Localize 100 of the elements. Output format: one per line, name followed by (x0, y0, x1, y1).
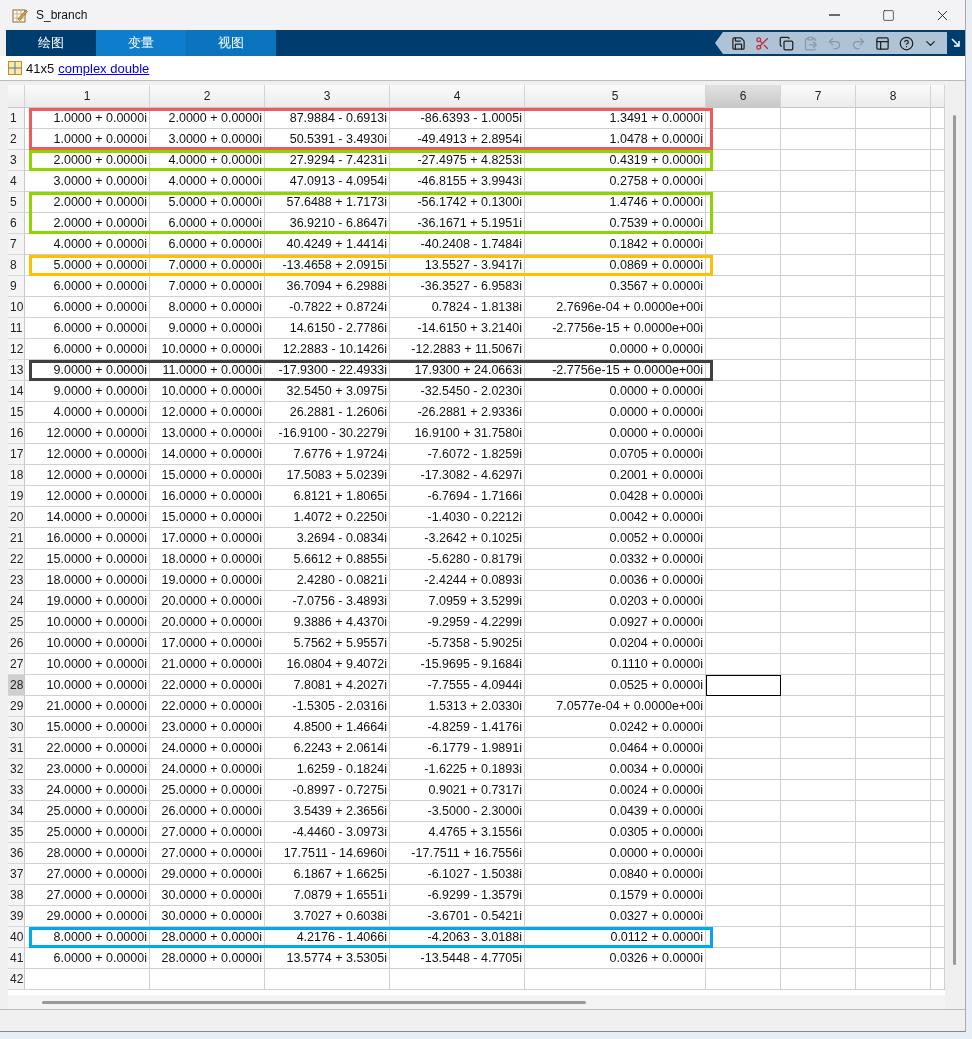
row-header[interactable]: 2 (8, 129, 25, 150)
table-cell: 2.4280 - 0.0821i (265, 570, 390, 591)
row-header[interactable]: 34 (8, 801, 25, 822)
table-cell: 87.9884 - 0.6913i (265, 108, 390, 129)
row-header[interactable]: 16 (8, 423, 25, 444)
row-header[interactable]: 22 (8, 549, 25, 570)
row-header[interactable]: 8 (8, 255, 25, 276)
row-header[interactable]: 24 (8, 591, 25, 612)
row-header[interactable]: 41 (8, 948, 25, 969)
ribbon-tab[interactable]: 变量 (96, 30, 186, 56)
row-header[interactable]: 37 (8, 864, 25, 885)
table-cell: 36.7094 + 6.2988i (265, 276, 390, 297)
column-header[interactable]: 8 (856, 85, 931, 107)
row-header[interactable]: 25 (8, 612, 25, 633)
table-cell: 0.7824 - 1.8138i (390, 297, 525, 318)
column-header[interactable]: 2 (150, 85, 265, 107)
row-header[interactable]: 3 (8, 150, 25, 171)
ribbon-tab[interactable]: 视图 (186, 30, 276, 56)
table-cell: 0.1842 + 0.0000i (525, 234, 706, 255)
table-cell: 17.7511 - 14.6960i (265, 843, 390, 864)
row-header[interactable]: 12 (8, 339, 25, 360)
maximize-icon (881, 8, 895, 22)
row-header[interactable]: 40 (8, 927, 25, 948)
table-cell: 1.4072 + 0.2250i (265, 507, 390, 528)
table-cell: 5.0000 + 0.0000i (150, 192, 265, 213)
table-cell: 12.0000 + 0.0000i (25, 465, 150, 486)
row-header[interactable]: 11 (8, 318, 25, 339)
table-cell: 3.7027 + 0.6038i (265, 906, 390, 927)
row-header[interactable]: 30 (8, 717, 25, 738)
row-header[interactable]: 36 (8, 843, 25, 864)
table-cell: -1.6225 + 0.1893i (390, 759, 525, 780)
table-cell: -6.9299 - 1.3579i (390, 885, 525, 906)
table-cell: 18.0000 + 0.0000i (25, 570, 150, 591)
row-header[interactable]: 17 (8, 444, 25, 465)
table-cell: 17.5083 + 5.0239i (265, 465, 390, 486)
row-header[interactable]: 15 (8, 402, 25, 423)
table-cell: 22.0000 + 0.0000i (150, 696, 265, 717)
table-cell: 0.0327 + 0.0000i (525, 906, 706, 927)
horizontal-scrollbar[interactable] (8, 995, 945, 1009)
table-cell: -0.7822 + 0.8724i (265, 297, 390, 318)
row-header[interactable]: 19 (8, 486, 25, 507)
row-header[interactable]: 42 (8, 969, 25, 990)
row-header[interactable]: 38 (8, 885, 25, 906)
row-header[interactable]: 32 (8, 759, 25, 780)
row-header[interactable]: 39 (8, 906, 25, 927)
row-header[interactable]: 4 (8, 171, 25, 192)
row-header[interactable]: 27 (8, 654, 25, 675)
row-header[interactable]: 23 (8, 570, 25, 591)
table-cell: -2.7756e-15 + 0.0000e+00i (525, 360, 706, 381)
row-header[interactable]: 28 (8, 675, 25, 696)
expand-arrow-icon[interactable] (951, 38, 961, 48)
table-cell: -0.8997 - 0.7275i (265, 780, 390, 801)
column-header[interactable]: 1 (25, 85, 150, 107)
row-header[interactable]: 10 (8, 297, 25, 318)
table-cell: 36.9210 - 6.8647i (265, 213, 390, 234)
row-header[interactable]: 26 (8, 633, 25, 654)
row-header[interactable]: 1 (8, 108, 25, 129)
row-header[interactable]: 31 (8, 738, 25, 759)
table-cell: 16.0804 + 9.4072i (265, 654, 390, 675)
table-cell: 7.0000 + 0.0000i (150, 255, 265, 276)
row-header[interactable]: 14 (8, 381, 25, 402)
row-header[interactable]: 29 (8, 696, 25, 717)
row-header[interactable]: 20 (8, 507, 25, 528)
column-header[interactable]: 3 (265, 85, 390, 107)
row-header[interactable]: 35 (8, 822, 25, 843)
ribbon-tab[interactable]: 绘图 (6, 30, 96, 56)
table-cell: 6.2243 + 2.0614i (265, 738, 390, 759)
table-cell: 0.0000 + 0.0000i (525, 423, 706, 444)
table-cell: -3.6701 - 0.5421i (390, 906, 525, 927)
table-cell: 27.0000 + 0.0000i (150, 822, 265, 843)
row-header[interactable]: 7 (8, 234, 25, 255)
table-cell: 0.0204 + 0.0000i (525, 633, 706, 654)
row-header[interactable]: 13 (8, 360, 25, 381)
table-cell: 12.2883 - 10.1426i (265, 339, 390, 360)
table-cell: 13.5527 - 3.9417i (390, 255, 525, 276)
column-header[interactable]: 7 (781, 85, 856, 107)
table-cell: 0.0000 + 0.0000i (525, 339, 706, 360)
row-header[interactable]: 33 (8, 780, 25, 801)
table-cell: 0.3567 + 0.0000i (525, 276, 706, 297)
table-cell: 28.0000 + 0.0000i (25, 843, 150, 864)
save-icon (730, 35, 746, 51)
table-cell: 20.0000 + 0.0000i (150, 612, 265, 633)
table-cell: 6.0000 + 0.0000i (150, 213, 265, 234)
column-header[interactable]: 6 (706, 85, 781, 107)
row-header[interactable]: 6 (8, 213, 25, 234)
table-cell: 5.0000 + 0.0000i (25, 255, 150, 276)
table-cell: -7.7555 - 4.0944i (390, 675, 525, 696)
row-header[interactable]: 18 (8, 465, 25, 486)
type-link[interactable]: complex double (58, 60, 150, 76)
column-header[interactable]: 4 (390, 85, 525, 107)
minimize-icon (828, 14, 840, 16)
table-cell: 7.6776 + 1.9724i (265, 444, 390, 465)
variable-size: 41x5 (26, 60, 55, 76)
row-header[interactable]: 5 (8, 192, 25, 213)
row-header[interactable]: 21 (8, 528, 25, 549)
table-cell: 7.0000 + 0.0000i (150, 276, 265, 297)
table-cell: 0.4319 + 0.0000i (525, 150, 706, 171)
row-header[interactable]: 9 (8, 276, 25, 297)
active-cell[interactable] (706, 675, 781, 696)
table-cell: -13.4658 + 2.0915i (265, 255, 390, 276)
